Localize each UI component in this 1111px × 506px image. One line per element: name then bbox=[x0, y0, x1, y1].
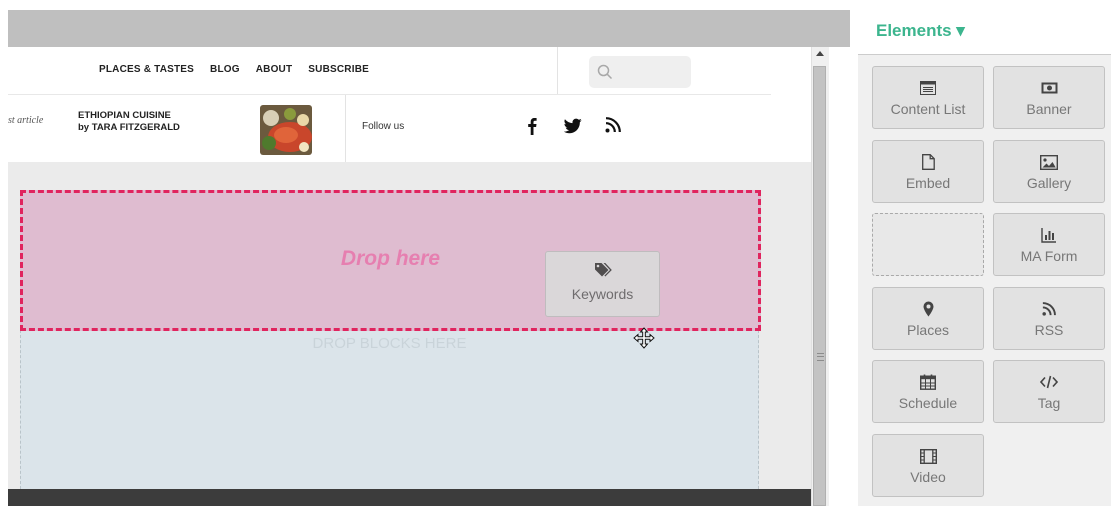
header-separator bbox=[345, 95, 346, 162]
element-label: Tag bbox=[1037, 395, 1061, 411]
chart-icon bbox=[1041, 228, 1056, 243]
element-rss[interactable]: RSS bbox=[993, 287, 1105, 350]
elements-panel-header: Elements ▾ bbox=[858, 0, 1111, 55]
dragged-block-label: Keywords bbox=[571, 286, 634, 302]
nav-blog[interactable]: BLOG bbox=[210, 64, 240, 75]
calendar-icon bbox=[920, 374, 936, 390]
element-label: Places bbox=[906, 322, 950, 338]
scroll-grip-icon bbox=[817, 353, 824, 361]
element-label: Banner bbox=[1026, 101, 1072, 117]
image-icon bbox=[1040, 154, 1058, 170]
code-icon bbox=[1040, 375, 1058, 389]
element-schedule[interactable]: Schedule bbox=[872, 360, 984, 423]
elements-panel: Elements ▾ Content List Banner Embed Gal… bbox=[858, 0, 1111, 506]
site-nav: PLACES & TASTES BLOG ABOUT SUBSCRIBE bbox=[99, 64, 369, 75]
list-icon bbox=[920, 81, 936, 95]
elements-dropdown-toggle[interactable]: Elements ▾ bbox=[876, 21, 965, 41]
element-banner[interactable]: Banner bbox=[993, 66, 1105, 129]
element-tag[interactable]: Tag bbox=[993, 360, 1105, 423]
search-icon bbox=[597, 64, 613, 80]
site-header: PLACES & TASTES BLOG ABOUT SUBSCRIBE st … bbox=[8, 47, 811, 162]
follow-us-label: Follow us bbox=[362, 121, 405, 132]
article-author: by TARA FITZGERALD bbox=[78, 122, 180, 133]
element-content-list[interactable]: Content List bbox=[872, 66, 984, 129]
element-label: MA Form bbox=[1020, 248, 1078, 264]
article-link[interactable]: ETHIOPIAN CUISINE by TARA FITZGERALD bbox=[78, 110, 180, 134]
header-rule bbox=[8, 94, 771, 95]
twitter-icon[interactable] bbox=[564, 118, 582, 134]
nav-places-tastes[interactable]: PLACES & TASTES bbox=[99, 64, 194, 75]
editor-canvas: PLACES & TASTES BLOG ABOUT SUBSCRIBE st … bbox=[0, 0, 858, 506]
element-label: Content List bbox=[890, 101, 966, 117]
element-gallery[interactable]: Gallery bbox=[993, 140, 1105, 203]
element-video[interactable]: Video bbox=[872, 434, 984, 497]
banner-icon bbox=[1041, 82, 1057, 94]
element-embed[interactable]: Embed bbox=[872, 140, 984, 203]
latest-article-label: st article bbox=[8, 115, 44, 126]
element-places[interactable]: Places bbox=[872, 287, 984, 350]
page-preview: PLACES & TASTES BLOG ABOUT SUBSCRIBE st … bbox=[8, 47, 811, 506]
canvas-top-strip bbox=[8, 10, 850, 47]
canvas-scrollbar[interactable] bbox=[811, 47, 829, 506]
film-icon bbox=[919, 448, 937, 464]
element-label: RSS bbox=[1034, 322, 1064, 338]
move-cursor-icon bbox=[633, 327, 655, 349]
nav-about[interactable]: ABOUT bbox=[256, 64, 293, 75]
element-drag-placeholder bbox=[872, 213, 984, 276]
nav-subscribe[interactable]: SUBSCRIBE bbox=[308, 64, 369, 75]
page-footer-bar bbox=[8, 489, 811, 506]
rss-icon bbox=[1042, 302, 1056, 316]
tags-icon bbox=[595, 263, 612, 277]
site-search-input[interactable] bbox=[589, 56, 691, 88]
element-label: Schedule bbox=[898, 395, 958, 411]
article-title: ETHIOPIAN CUISINE bbox=[78, 110, 171, 121]
scroll-thumb[interactable] bbox=[813, 66, 826, 506]
scroll-up-arrow-icon[interactable] bbox=[816, 51, 824, 56]
element-label: Video bbox=[910, 469, 946, 485]
map-marker-icon bbox=[923, 301, 933, 317]
element-label: Gallery bbox=[1026, 175, 1072, 191]
food-thumbnail-image bbox=[260, 105, 312, 155]
rss-icon[interactable] bbox=[605, 117, 621, 133]
drop-blocks-area[interactable]: DROP BLOCKS HERE bbox=[20, 325, 759, 494]
dragged-keywords-block[interactable]: Keywords bbox=[545, 251, 660, 317]
article-thumbnail[interactable] bbox=[260, 105, 312, 155]
facebook-icon[interactable] bbox=[527, 117, 537, 135]
element-label: Embed bbox=[905, 175, 951, 191]
file-icon bbox=[921, 154, 935, 170]
element-ma-form[interactable]: MA Form bbox=[993, 213, 1105, 276]
nav-divider bbox=[557, 47, 558, 94]
